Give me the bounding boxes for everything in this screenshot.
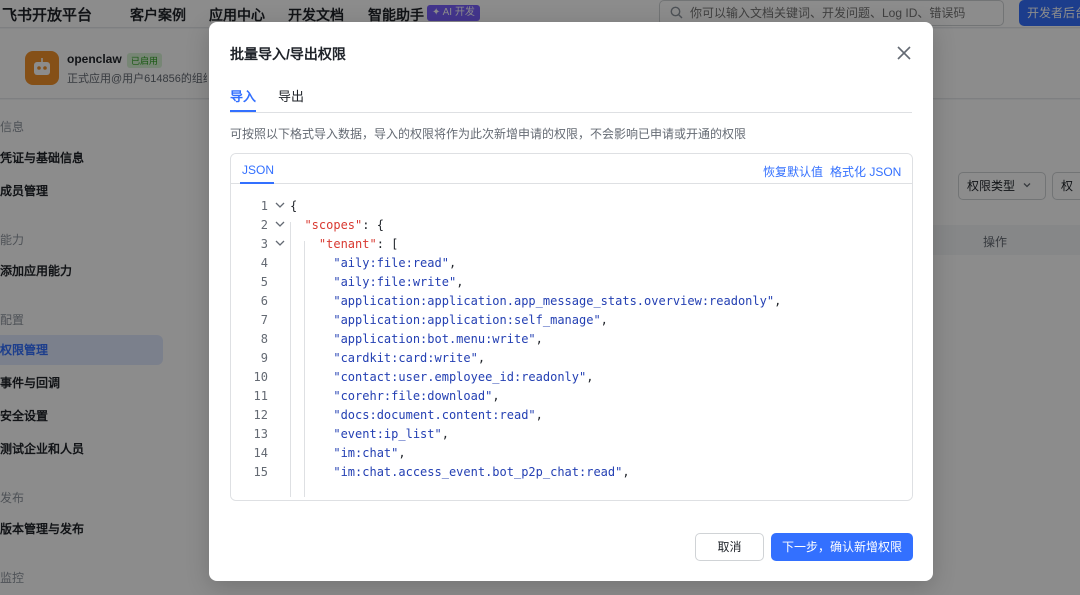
line-number: 5 (260, 275, 268, 289)
code-text: "scopes": { (304, 218, 384, 232)
fold-chevron-icon[interactable] (273, 198, 287, 212)
code-text: "application:application.app_message_sta… (333, 294, 782, 308)
code-line: 5 "aily:file:write", (231, 273, 912, 292)
json-editor: JSON 恢复默认值 格式化 JSON 1{2 "scopes": {3 "te… (230, 153, 913, 501)
dialog-tabs: 导入 导出 (230, 77, 912, 113)
code-text: "aily:file:read", (333, 256, 457, 270)
restore-default-link[interactable]: 恢复默认值 (763, 163, 823, 180)
code-line: 9 "cardkit:card:write", (231, 349, 912, 368)
code-text: { (290, 199, 298, 213)
code-line: 3 "tenant": [ (231, 235, 912, 254)
editor-tab-json[interactable]: JSON (242, 163, 274, 177)
line-number: 13 (253, 427, 268, 441)
code-line: 7 "application:application:self_manage", (231, 311, 912, 330)
code-area[interactable]: 1{2 "scopes": {3 "tenant": [4 "aily:file… (231, 185, 912, 500)
code-text: "corehr:file:download", (333, 389, 500, 403)
line-number: 15 (253, 465, 268, 479)
editor-toolbar: JSON 恢复默认值 格式化 JSON (231, 154, 912, 184)
fold-chevron-icon[interactable] (273, 217, 287, 231)
code-text: "cardkit:card:write", (333, 351, 486, 365)
line-number: 10 (253, 370, 268, 384)
line-number: 4 (260, 256, 268, 270)
format-json-link[interactable]: 格式化 JSON (830, 163, 901, 180)
tab-export[interactable]: 导出 (278, 86, 304, 105)
line-number: 2 (260, 218, 268, 232)
line-number: 12 (253, 408, 268, 422)
editor-tab-indicator (240, 182, 274, 184)
line-number: 8 (260, 332, 268, 346)
cancel-button[interactable]: 取消 (695, 533, 764, 561)
line-number: 6 (260, 294, 268, 308)
code-line: 11 "corehr:file:download", (231, 387, 912, 406)
import-description: 可按照以下格式导入数据，导入的权限将作为此次新增申请的权限，不会影响已申请或开通… (230, 127, 747, 141)
code-text: "im:chat", (333, 446, 406, 460)
code-text: "event:ip_list", (333, 427, 449, 441)
code-line: 12 "docs:document.content:read", (231, 406, 912, 425)
line-number: 14 (253, 446, 268, 460)
code-text: "docs:document.content:read", (333, 408, 543, 422)
next-confirm-button[interactable]: 下一步，确认新增权限 (771, 533, 913, 561)
code-line: 15 "im:chat.access_event.bot_p2p_chat:re… (231, 463, 912, 482)
code-line: 4 "aily:file:read", (231, 254, 912, 273)
import-export-permissions-dialog: 批量导入/导出权限 导入 导出 可按照以下格式导入数据，导入的权限将作为此次新增… (209, 22, 933, 581)
code-line: 8 "application:bot.menu:write", (231, 330, 912, 349)
active-tab-indicator (230, 110, 256, 112)
line-number: 9 (260, 351, 268, 365)
code-text: "application:application:self_manage", (333, 313, 608, 327)
code-text: "tenant": [ (318, 237, 399, 251)
code-line: 6 "application:application.app_message_s… (231, 292, 912, 311)
code-line: 1{ (231, 197, 912, 216)
code-text: "aily:file:write", (333, 275, 464, 289)
code-line: 2 "scopes": { (231, 216, 912, 235)
code-text: "contact:user.employee_id:readonly", (333, 370, 594, 384)
line-number: 3 (260, 237, 268, 251)
code-text: "application:bot.menu:write", (333, 332, 543, 346)
code-line: 14 "im:chat", (231, 444, 912, 463)
line-number: 11 (253, 389, 268, 403)
code-line: 10 "contact:user.employee_id:readonly", (231, 368, 912, 387)
line-number: 1 (260, 199, 268, 213)
code-text: "im:chat.access_event.bot_p2p_chat:read"… (333, 465, 630, 479)
close-icon[interactable] (893, 42, 915, 64)
tab-import[interactable]: 导入 (230, 86, 256, 105)
dialog-title: 批量导入/导出权限 (230, 46, 346, 62)
line-number: 7 (260, 313, 268, 327)
code-line: 13 "event:ip_list", (231, 425, 912, 444)
fold-chevron-icon[interactable] (273, 236, 287, 250)
